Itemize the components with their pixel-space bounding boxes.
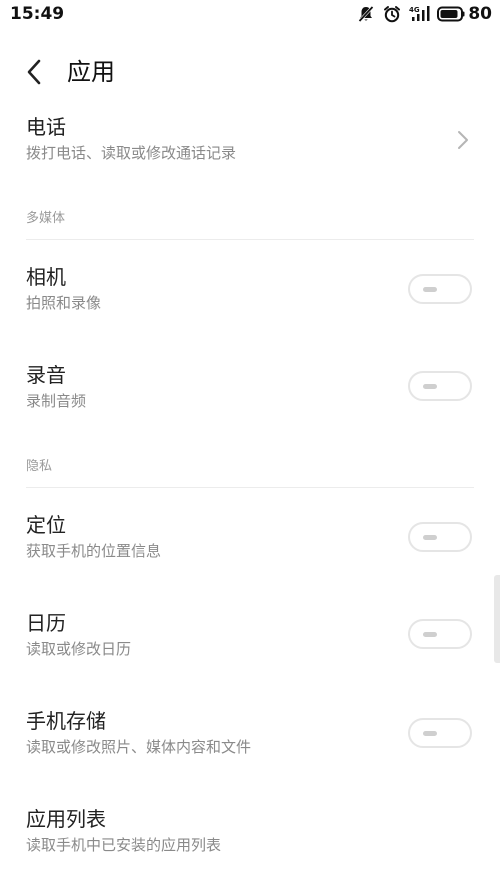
page-title: 应用: [67, 58, 115, 86]
app-header: 应用: [0, 50, 500, 94]
storage-toggle[interactable]: [408, 718, 472, 748]
notifications-off-icon: [357, 5, 375, 23]
permission-item-phone[interactable]: 电话 拨打电话、读取或修改通话记录: [0, 110, 500, 170]
toggle-knob: [423, 287, 437, 292]
permission-item-location[interactable]: 定位 获取手机的位置信息: [0, 510, 500, 570]
location-toggle[interactable]: [408, 522, 472, 552]
permission-title: 相机: [26, 265, 66, 289]
section-label-multimedia: 多媒体: [26, 211, 66, 226]
permission-subtitle: 获取手机的位置信息: [26, 542, 162, 560]
status-icons: 4G 80: [349, 4, 492, 24]
permission-subtitle: 读取或修改照片、媒体内容和文件: [26, 738, 252, 756]
camera-toggle[interactable]: [408, 274, 472, 304]
permission-item-recording[interactable]: 录音 录制音频: [0, 362, 500, 422]
toggle-knob: [423, 731, 437, 736]
permission-title: 应用列表: [26, 807, 106, 831]
permission-subtitle: 拍照和录像: [26, 294, 102, 312]
permission-title: 日历: [26, 611, 66, 635]
back-button[interactable]: [18, 56, 50, 88]
section-divider: [26, 487, 474, 488]
permission-item-camera[interactable]: 相机 拍照和录像: [0, 262, 500, 322]
toggle-knob: [423, 384, 437, 389]
chevron-right-icon: [455, 129, 471, 151]
calendar-toggle[interactable]: [408, 619, 472, 649]
section-divider: [26, 239, 474, 240]
network-type-label: 4G: [409, 6, 420, 14]
permission-subtitle: 录制音频: [26, 392, 87, 410]
permission-subtitle: 拨打电话、读取或修改通话记录: [26, 144, 237, 162]
permission-title: 录音: [26, 363, 66, 387]
status-bar: 15:49 4G 80: [0, 0, 500, 30]
status-time: 15:49: [10, 4, 65, 24]
permission-title: 定位: [26, 513, 66, 537]
permission-subtitle: 读取或修改日历: [26, 640, 132, 658]
permission-subtitle: 读取手机中已安装的应用列表: [26, 836, 222, 854]
permission-item-storage[interactable]: 手机存储 读取或修改照片、媒体内容和文件: [0, 708, 500, 768]
signal-icon: 4G: [409, 5, 431, 23]
permission-title: 电话: [26, 115, 66, 139]
recording-toggle[interactable]: [408, 371, 472, 401]
permission-item-app-list[interactable]: 应用列表 读取手机中已安装的应用列表: [0, 806, 500, 866]
toggle-knob: [423, 632, 437, 637]
permission-item-calendar[interactable]: 日历 读取或修改日历: [0, 610, 500, 670]
battery-level: 80: [468, 4, 492, 24]
alarm-icon: [383, 5, 401, 23]
scroll-indicator[interactable]: [494, 575, 500, 663]
section-label-privacy: 隐私: [26, 459, 53, 474]
toggle-knob: [423, 535, 437, 540]
chevron-left-icon: [27, 59, 41, 85]
battery-icon: [437, 6, 465, 22]
permission-title: 手机存储: [26, 709, 106, 733]
